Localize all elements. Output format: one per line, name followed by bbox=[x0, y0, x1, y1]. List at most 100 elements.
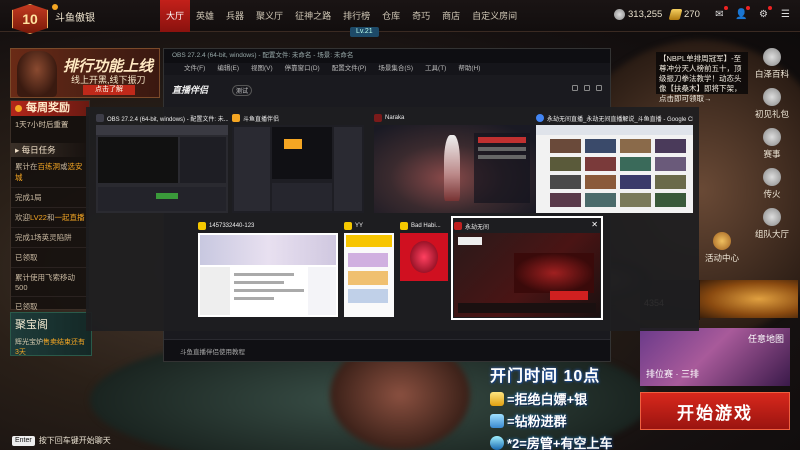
side-menu-item-icon bbox=[763, 88, 781, 106]
daily-task-item[interactable]: 完成1局 bbox=[11, 188, 89, 208]
livehime-menu-item[interactable]: 编辑(E) bbox=[217, 63, 239, 75]
nav-item-8[interactable]: 商店 bbox=[436, 0, 466, 32]
overlay-line-1: =拒绝白嫖+银 bbox=[490, 389, 612, 408]
overlay-line-2: =钻粉进群 bbox=[490, 411, 612, 430]
side-menu-item-icon bbox=[763, 208, 781, 226]
treasure-pavilion-panel[interactable]: 聚宝阁 辉光宝炉售卖结束还有3天 bbox=[10, 312, 92, 356]
daily-task-item[interactable]: 完成1场英灵陷阱 bbox=[11, 228, 89, 248]
daily-task-item[interactable]: 累计在百练洞或选安城 bbox=[11, 157, 89, 188]
club-name[interactable]: 斗鱼傲银 bbox=[55, 9, 95, 24]
gold-amount: 270 bbox=[684, 9, 700, 20]
daily-task-list: 累计在百练洞或选安城 完成1局 欢迎LV22和一起直播 完成1场英灵陷阱 已领取 累计使用… bbox=[11, 157, 89, 317]
nav-item-0[interactable]: 大厅 bbox=[160, 0, 191, 32]
chat-hint: Enter 按下回车键开始聊天 bbox=[12, 435, 111, 446]
livehime-menu-item[interactable]: 帮助(H) bbox=[458, 63, 480, 75]
reset-timer: 1天7小时后重置 bbox=[15, 120, 69, 129]
close-icon[interactable] bbox=[596, 85, 602, 91]
app-icon bbox=[198, 222, 206, 230]
rank-banner[interactable]: 排行功能上线 线上开黑,线下振刀 点击了解 bbox=[10, 48, 160, 98]
map-selector[interactable]: 任意地图 bbox=[748, 332, 784, 345]
tutorial-link[interactable]: 斗鱼直播伴侣使用教程 bbox=[180, 346, 245, 356]
switcher-item-naraka[interactable]: Naraka bbox=[374, 111, 536, 213]
video-thumbnail bbox=[620, 193, 651, 207]
switcher-item-douyu-livehime[interactable]: 斗鱼直播伴侣 bbox=[232, 111, 364, 213]
event-card[interactable] bbox=[700, 280, 798, 318]
video-thumbnail bbox=[655, 139, 686, 153]
nav-item-4[interactable]: 征神之路 bbox=[289, 0, 337, 32]
yy-icon bbox=[344, 222, 352, 230]
nav-item-2[interactable]: 兵器 bbox=[220, 0, 250, 32]
livehime-menubar: 文件(F) 编辑(E) 视图(V) 停靠窗口(D) 配置文件(P) 场景集合(S) 工具(T… bbox=[164, 63, 610, 75]
nav-item-6[interactable]: 仓库 bbox=[376, 0, 406, 32]
reward-icon bbox=[15, 105, 22, 112]
side-menu-item-0[interactable]: 白泽百科 bbox=[750, 48, 794, 80]
stream-overlay: 开门时间 10点 =拒绝白嫖+银 =钻粉进群 *2=房管+有空上车 bbox=[490, 362, 612, 450]
music-icon bbox=[400, 222, 408, 230]
daily-tasks-tab[interactable]: ▸ 每日任务 bbox=[11, 143, 89, 157]
enter-key: Enter bbox=[12, 435, 35, 446]
top-icons: ✉ 👤 ⚙ ☰ bbox=[713, 6, 792, 21]
treasure-title: 聚宝阁 bbox=[15, 319, 48, 331]
switcher-item-bad-habits[interactable]: Bad Habi... bbox=[400, 219, 448, 281]
level-badge[interactable]: 10 bbox=[12, 4, 48, 34]
nav-item-7[interactable]: 奇巧 bbox=[406, 0, 436, 32]
main-nav: 大厅 英雄 兵器 聚义厅 征神之路 排行榜 仓库 奇巧 商店 自定义房间 bbox=[160, 0, 523, 32]
livehime-menu-item[interactable]: 工具(T) bbox=[425, 63, 446, 75]
obs-icon bbox=[96, 114, 104, 122]
friends-icon[interactable]: 👤 bbox=[735, 6, 750, 21]
livehime-titlebar[interactable]: OBS 27.2.4 (64-bit, windows) - 配置文件: 未命名… bbox=[164, 49, 610, 63]
livehime-menu-item[interactable]: 文件(F) bbox=[184, 63, 205, 75]
side-menu-item-icon bbox=[763, 168, 781, 186]
daily-task-item[interactable]: 已领取 bbox=[11, 248, 89, 268]
menu-icon[interactable]: ☰ bbox=[779, 8, 792, 21]
video-thumbnail bbox=[550, 175, 581, 189]
chrome-icon bbox=[536, 114, 544, 122]
currency-gold: 270 bbox=[668, 9, 700, 20]
side-menu-item-2[interactable]: 赛事 bbox=[750, 128, 794, 160]
video-thumbnail bbox=[550, 157, 581, 171]
switcher-item-obs[interactable]: OBS 27.2.4 (64-bit, windows) - 配置文件: 未..… bbox=[96, 111, 228, 213]
daily-task-item[interactable]: 累计使用飞索移动500 bbox=[11, 268, 89, 297]
rocket-icon bbox=[490, 435, 504, 450]
daily-task-item[interactable]: 欢迎LV22和一起直播 bbox=[11, 208, 89, 228]
nav-item-3[interactable]: 聚义厅 bbox=[250, 0, 289, 32]
mail-icon[interactable]: ✉ bbox=[713, 6, 728, 21]
gift-icon bbox=[490, 391, 504, 406]
gold-icon bbox=[668, 9, 683, 20]
switcher-item-chat-1457332440[interactable]: 1457332440-123 bbox=[198, 219, 338, 317]
switcher-item-chrome[interactable]: 永劫无间直播_永劫无间直播解说_斗鱼直播 - Google Ch... bbox=[536, 111, 693, 213]
coins-amount: 313,255 bbox=[628, 9, 663, 20]
game-mode-card[interactable]: 任意地图 排位赛 · 三排 bbox=[640, 328, 790, 386]
livehime-bottombar: 斗鱼直播伴侣使用教程 bbox=[164, 339, 610, 361]
announcement-notice[interactable]: 【NBPL单排周冠军】-至尊冲分天人榜前五十，顶级振刀拳法教学！动态头像【扶桑木… bbox=[656, 52, 748, 103]
video-thumbnail bbox=[620, 157, 651, 171]
side-menu-item-4[interactable]: 组队大厅 bbox=[750, 208, 794, 240]
close-icon[interactable]: ✕ bbox=[591, 220, 598, 229]
livehime-menu-item[interactable]: 视图(V) bbox=[251, 63, 273, 75]
side-menu-item-3[interactable]: 传火 bbox=[750, 168, 794, 200]
side-menu-item-1[interactable]: 初见礼包 bbox=[750, 88, 794, 120]
livehime-menu-item[interactable]: 场景集合(S) bbox=[378, 63, 413, 75]
nav-item-9[interactable]: 自定义房间 bbox=[466, 0, 523, 32]
video-thumbnail bbox=[620, 175, 651, 189]
maximize-icon[interactable] bbox=[584, 85, 590, 91]
switcher-item-yy[interactable]: YY bbox=[344, 219, 394, 317]
livehime-menu-item[interactable]: 配置文件(P) bbox=[332, 63, 367, 75]
naraka-launcher-icon bbox=[454, 222, 462, 230]
overlay-headline: 开门时间 10点 bbox=[490, 368, 601, 385]
minimize-icon[interactable] bbox=[572, 85, 578, 91]
livehime-menu-item[interactable]: 停靠窗口(D) bbox=[285, 63, 320, 75]
video-thumbnail bbox=[585, 193, 616, 207]
treasure-sale-info: 辉光宝炉售卖结束还有3天 bbox=[15, 339, 85, 356]
switcher-item-naraka-launcher[interactable]: 永劫无间 ✕ bbox=[451, 216, 603, 320]
browser-toolbar bbox=[536, 125, 693, 135]
weekly-rewards-header[interactable]: 每周奖励 bbox=[11, 101, 89, 116]
side-menu-item-icon bbox=[763, 128, 781, 146]
activity-item-0[interactable]: 活动中心 bbox=[700, 232, 744, 264]
nav-item-1[interactable]: 英雄 bbox=[190, 0, 220, 32]
banner-learn-more-button[interactable]: 点击了解 bbox=[83, 85, 135, 95]
douyu-icon bbox=[232, 114, 240, 122]
start-game-button[interactable]: 开始游戏 bbox=[640, 392, 790, 430]
level-tag: Lv.21 bbox=[350, 27, 379, 37]
settings-icon[interactable]: ⚙ bbox=[757, 6, 772, 21]
